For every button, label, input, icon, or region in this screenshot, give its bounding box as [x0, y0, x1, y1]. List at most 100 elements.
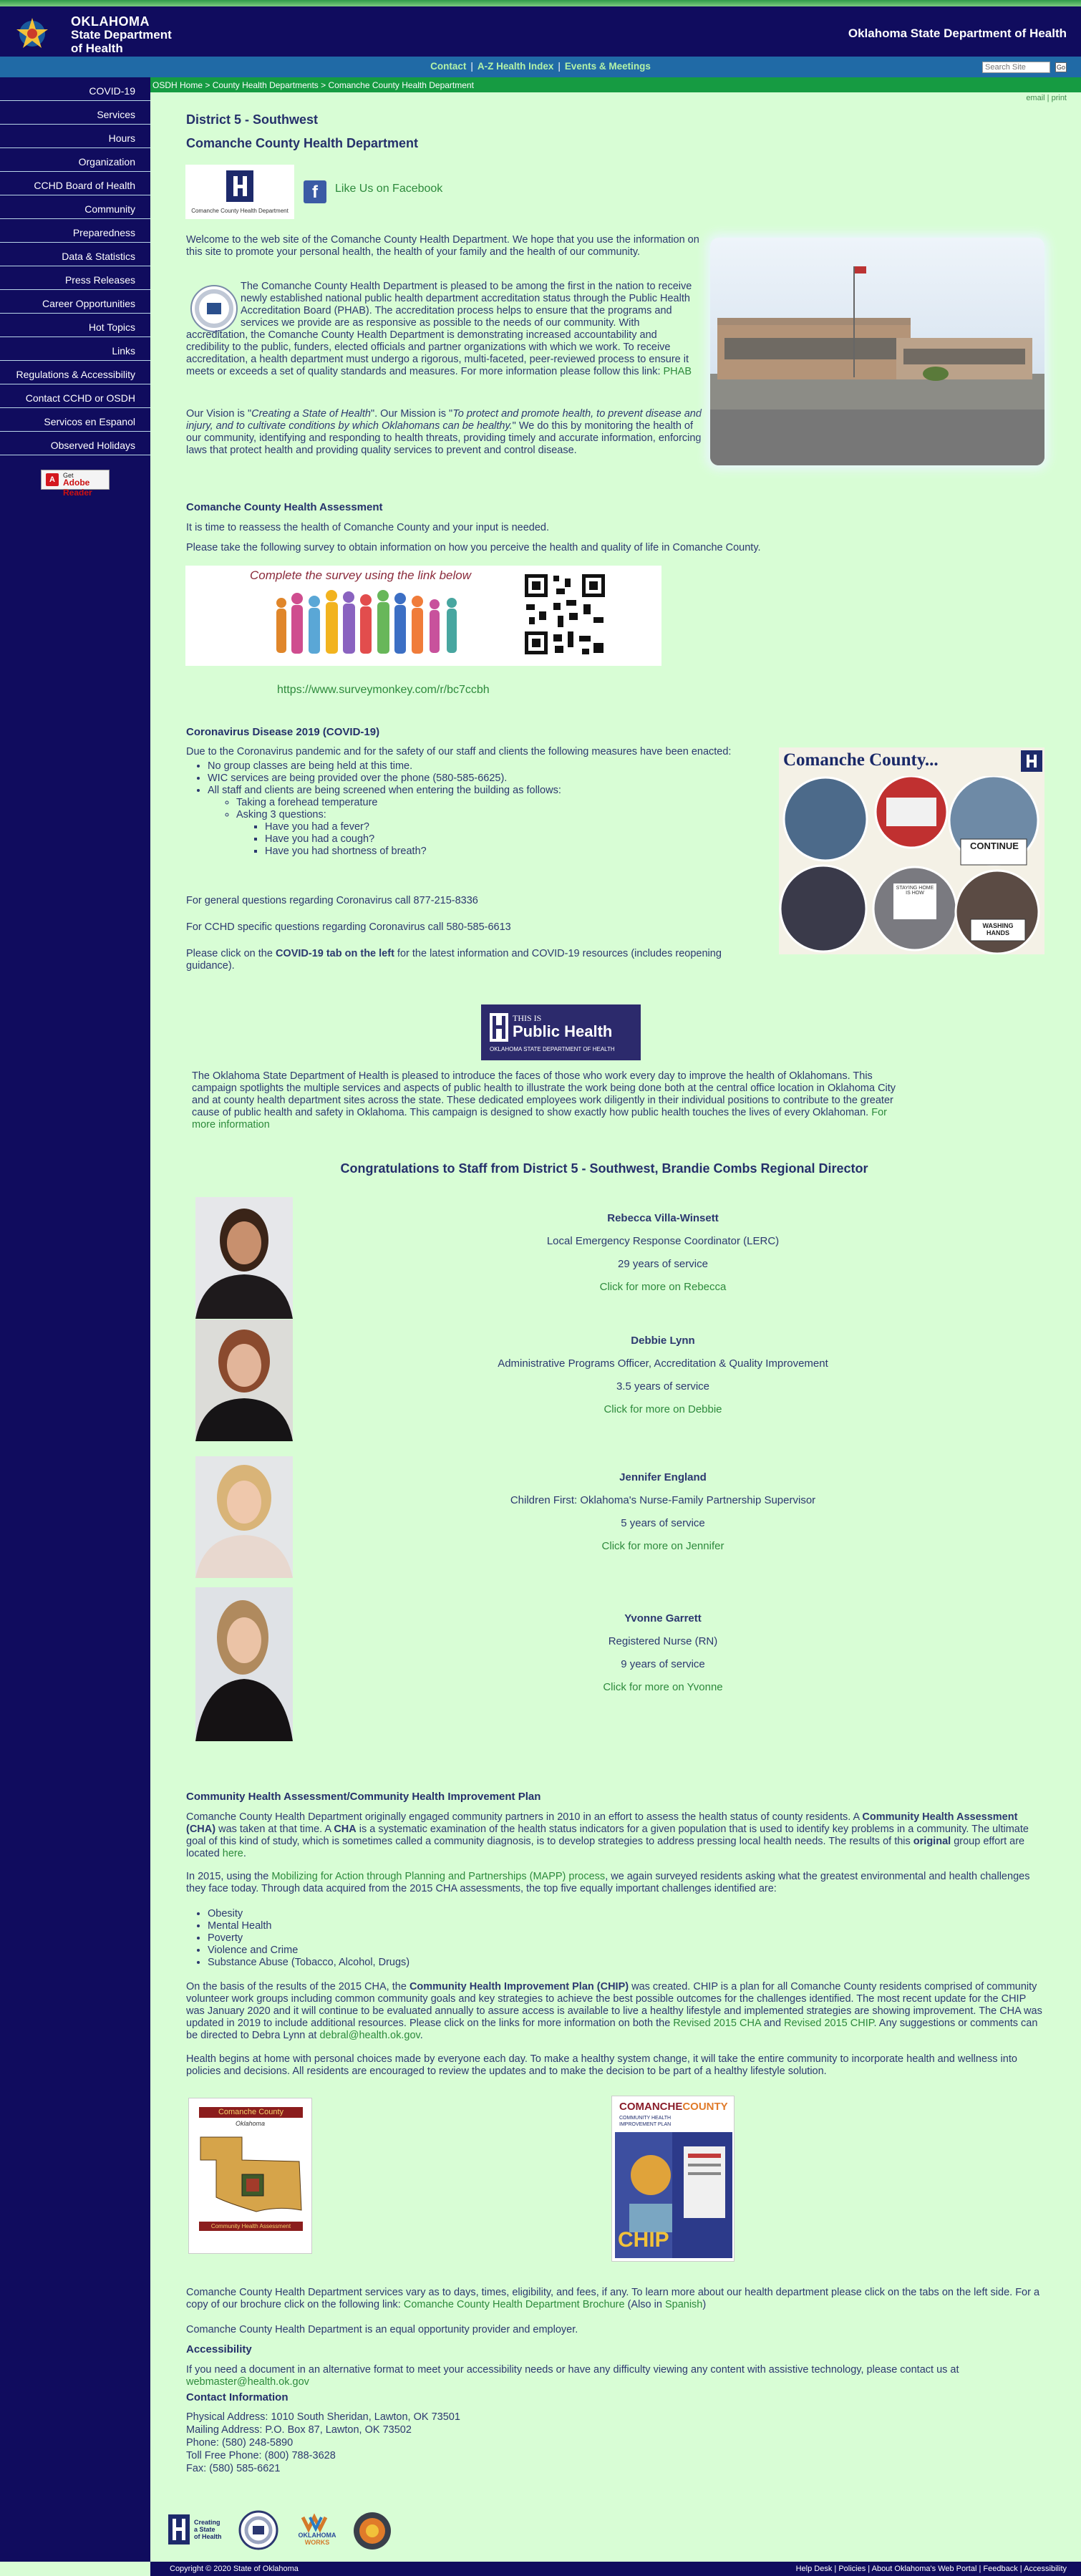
services-text: (Also in	[624, 2299, 665, 2310]
covid-measure-item: No group classes are being held at this …	[208, 760, 752, 773]
revised-cha-link[interactable]: Revised 2015 CHA	[673, 2018, 761, 2029]
brochure-link[interactable]: Comanche County Health Department Brochu…	[404, 2299, 625, 2310]
footer-accessibility-link[interactable]: Accessibility	[1024, 2565, 1067, 2573]
covid-general-phone: For general questions regarding Coronavi…	[186, 895, 478, 906]
sidebar-nav: COVID-19 Services Hours Organization CCH…	[0, 77, 150, 2562]
covid-screening-text: All staff and clients are being screened…	[208, 785, 561, 796]
phab-seal-footer-icon[interactable]	[238, 2510, 278, 2550]
footer-help-desk-link[interactable]: Help Desk	[796, 2565, 833, 2573]
staff-info: Debbie Lynn Administrative Programs Offi…	[303, 1335, 1023, 1426]
sidebar-item-careers[interactable]: Career Opportunities	[0, 290, 150, 314]
breadcrumb-county-depts[interactable]: County Health Departments	[213, 80, 319, 90]
osdh-logo[interactable]: OKLAHOMA State Department of Health	[11, 14, 215, 55]
building-photo-image	[710, 238, 1044, 465]
phab-text: The Comanche County Health Department is…	[186, 281, 692, 377]
facebook-link[interactable]: Like Us on Facebook	[335, 183, 442, 195]
chip-cover-word2: COUNTY	[682, 2101, 728, 2113]
staff-role: Registered Nurse (RN)	[608, 1635, 718, 1647]
search-go-button[interactable]: Go	[1055, 62, 1067, 72]
sidebar-item-organization[interactable]: Organization	[0, 148, 150, 172]
staff-more-link[interactable]: Click for more on Rebecca	[303, 1281, 1023, 1293]
sidebar-item-links[interactable]: Links	[0, 337, 150, 361]
phab-link[interactable]: PHAB	[664, 366, 692, 377]
utility-links: email | print	[1026, 94, 1067, 102]
sidebar-item-services[interactable]: Services	[0, 101, 150, 125]
revised-chip-link[interactable]: Revised 2015 CHIP	[784, 2018, 873, 2029]
survey-link[interactable]: https://www.surveymonkey.com/r/bc7ccbh	[277, 684, 490, 697]
staff-card: Debbie Lynn Administrative Programs Offi…	[195, 1320, 1023, 1441]
facebook-icon[interactable]: f	[304, 180, 326, 203]
sidebar-item-hot-topics[interactable]: Hot Topics	[0, 314, 150, 337]
sidebar-item-press-releases[interactable]: Press Releases	[0, 266, 150, 290]
sidebar-item-holidays[interactable]: Observed Holidays	[0, 432, 150, 455]
nav-az-index-link[interactable]: A-Z Health Index	[478, 61, 554, 72]
spanish-brochure-link[interactable]: Spanish	[665, 2299, 702, 2310]
covid-screening-item: Asking 3 questions: Have you had a fever…	[236, 809, 752, 858]
email-link[interactable]: email	[1026, 94, 1044, 102]
cha-report-cover[interactable]: Comanche County Oklahoma Community Healt…	[188, 2098, 312, 2254]
staff-info: Yvonne Garrett Registered Nurse (RN) 9 y…	[303, 1612, 1023, 1704]
wellness-seal-icon[interactable]	[353, 2512, 392, 2550]
breadcrumb-separator: >	[205, 80, 210, 90]
covid-measure-item: All staff and clients are being screened…	[208, 785, 752, 858]
sidebar-item-preparedness[interactable]: Preparedness	[0, 219, 150, 243]
accessibility-heading: Accessibility	[186, 2343, 252, 2355]
vision-text: Creating a State of Health	[251, 408, 371, 420]
breadcrumb-bar: OSDH Home > County Health Departments > …	[150, 77, 1081, 92]
sidebar-item-data-statistics[interactable]: Data & Statistics	[0, 243, 150, 266]
csh-line: of Health	[194, 2533, 222, 2540]
covid-question: Have you had a fever?	[265, 821, 752, 833]
oklahoma-star-icon	[16, 18, 48, 48]
copyright: Copyright © 2020 State of Oklahoma	[170, 2565, 299, 2573]
sidebar-item-board-of-health[interactable]: CCHD Board of Health	[0, 172, 150, 195]
staff-role: Children First: Oklahoma's Nurse-Family …	[510, 1494, 816, 1506]
search-input[interactable]	[982, 62, 1050, 73]
staff-name: Rebecca Villa-Winsett	[607, 1212, 719, 1224]
staff-more-link[interactable]: Click for more on Yvonne	[303, 1681, 1023, 1693]
top-color-strip	[0, 0, 1081, 6]
footer-separator: |	[868, 2565, 871, 2573]
contact-fax: Fax: (580) 585-6621	[186, 2463, 281, 2474]
cha-original-link[interactable]: here	[223, 1848, 243, 1859]
cha-paragraph-2: In 2015, using the Mobilizing for Action…	[186, 1871, 1045, 1895]
sidebar-item-regulations[interactable]: Regulations & Accessibility	[0, 361, 150, 384]
footer-portal-link[interactable]: About Oklahoma's Web Portal	[872, 2565, 977, 2573]
staff-years: 3.5 years of service	[616, 1380, 710, 1393]
people-silhouettes-icon	[276, 590, 457, 654]
staff-more-link[interactable]: Click for more on Debbie	[303, 1403, 1023, 1415]
nav-contact-link[interactable]: Contact	[430, 61, 466, 72]
creating-state-of-health-icon[interactable]	[168, 2514, 194, 2544]
adobe-reader-badge[interactable]: A Get Adobe Reader	[41, 470, 110, 498]
footer-policies-link[interactable]: Policies	[838, 2565, 866, 2573]
vision-mission-text: Our Vision is "Creating a State of Healt…	[186, 408, 702, 457]
accessibility-text: If you need a document in an alternative…	[186, 2364, 959, 2376]
sidebar-item-contact[interactable]: Contact CCHD or OSDH	[0, 384, 150, 408]
staff-more-link[interactable]: Click for more on Jennifer	[303, 1540, 1023, 1552]
sidebar-item-community[interactable]: Community	[0, 195, 150, 219]
contact-heading: Contact Information	[186, 2391, 289, 2403]
nav-events-link[interactable]: Events & Meetings	[565, 61, 651, 72]
sidebar-item-covid19[interactable]: COVID-19	[0, 77, 150, 101]
collage-sign-continue: CONTINUE	[970, 841, 1019, 851]
webmaster-email-link[interactable]: webmaster@health.ok.gov	[186, 2376, 309, 2388]
sidebar-item-espanol[interactable]: Servicos en Espanol	[0, 408, 150, 432]
logo-line-2: State Department	[71, 28, 172, 42]
survey-banner[interactable]: Complete the survey using the link below	[185, 566, 661, 666]
print-link[interactable]: print	[1052, 94, 1067, 102]
cha-heading: Community Health Assessment/Community He…	[186, 1791, 541, 1803]
survey-banner-text: Complete the survey using the link below	[250, 568, 471, 582]
mapp-link[interactable]: Mobilizing for Action through Planning a…	[271, 1871, 605, 1882]
top-nav: Contact | A-Z Health Index | Events & Meetin…	[0, 61, 1081, 72]
cha-challenge-item: Substance Abuse (Tobacco, Alcohol, Drugs…	[208, 1957, 409, 1969]
csh-line: Creating	[194, 2519, 220, 2526]
chip-report-cover[interactable]: COMANCHECOUNTY COMMUNITY HEALTH IMPROVEM…	[611, 2096, 735, 2262]
this-is-public-health-badge[interactable]: THIS IS Public Health OKLAHOMA STATE DEP…	[481, 1004, 641, 1060]
sidebar-item-hours[interactable]: Hours	[0, 125, 150, 148]
footer-links: Help Desk | Policies | About Oklahoma's …	[796, 2565, 1067, 2573]
breadcrumb-osdh-home[interactable]: OSDH Home	[152, 80, 203, 90]
cha-challenge-item: Poverty	[208, 1932, 409, 1945]
staff-photo-image	[195, 1209, 293, 1319]
collage-title: Comanche County...	[783, 750, 939, 770]
footer-feedback-link[interactable]: Feedback	[983, 2565, 1017, 2573]
debra-email-link[interactable]: debral@health.ok.gov	[319, 2030, 420, 2041]
